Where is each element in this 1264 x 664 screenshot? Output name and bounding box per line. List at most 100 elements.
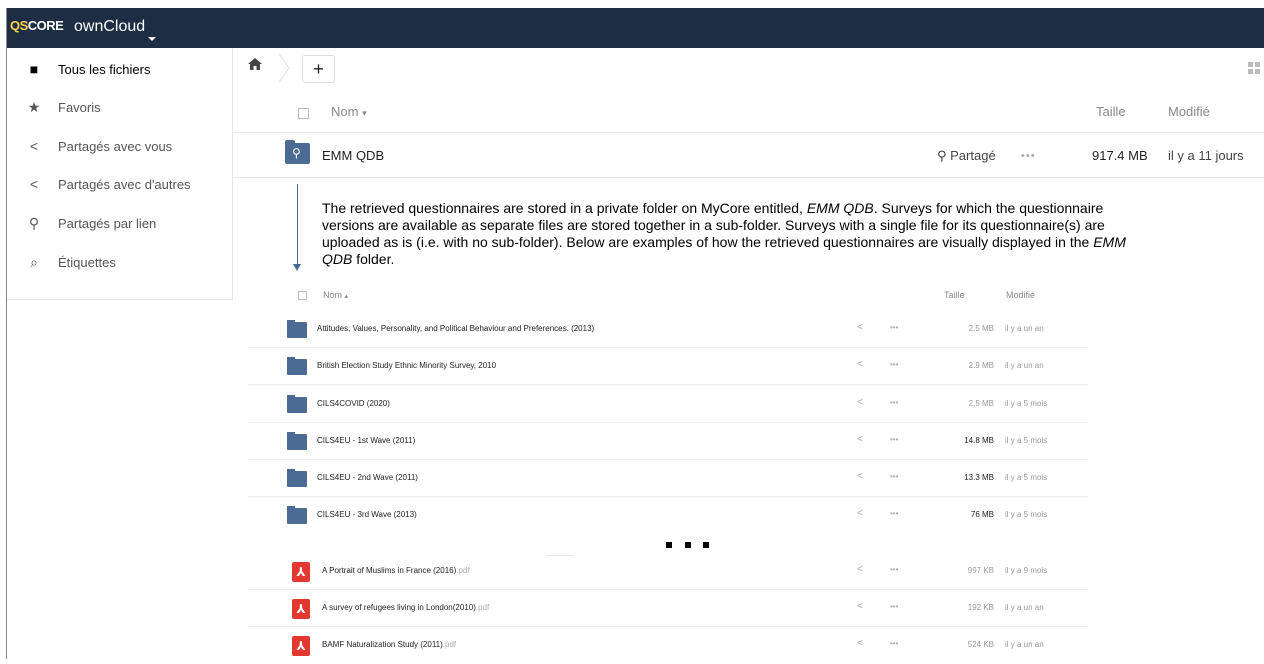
file-name[interactable]: Attitudes, Values, Personality, and Poli… bbox=[317, 324, 594, 333]
column-header-name[interactable]: Nom ▴ bbox=[323, 290, 348, 300]
file-name[interactable]: CILS4COVID (2020) bbox=[317, 399, 390, 408]
arrow-down-icon bbox=[293, 264, 301, 271]
column-header-size[interactable]: Taille bbox=[1096, 104, 1126, 119]
shared-action[interactable]: ⚲ Partagé bbox=[937, 148, 996, 164]
file-size: 14.8 MB bbox=[964, 436, 994, 445]
sidebar-item-label: Partagés par lien bbox=[58, 215, 157, 231]
file-size: 192 KB bbox=[967, 603, 994, 612]
file-modified: il y a 5 mois bbox=[1005, 510, 1048, 519]
share-icon[interactable]: < bbox=[857, 471, 863, 482]
sidebar-item-label: Favoris bbox=[58, 99, 101, 115]
file-name[interactable]: CILS4EU - 3rd Wave (2013) bbox=[317, 510, 417, 519]
home-icon[interactable] bbox=[248, 57, 262, 73]
file-modified: il y a un an bbox=[1005, 603, 1044, 612]
more-actions-icon[interactable]: ••• bbox=[890, 639, 898, 648]
file-name[interactable]: A Portrait of Muslims in France (2016).p… bbox=[322, 566, 470, 575]
column-header-size[interactable]: Taille bbox=[944, 290, 965, 300]
sidebar-item-label: Partagés avec d'autres bbox=[58, 176, 191, 192]
sidebar-item-all-files[interactable]: ■ Tous les fichiers bbox=[7, 50, 233, 88]
star-icon: ★ bbox=[27, 98, 41, 115]
more-actions-icon[interactable]: ••• bbox=[890, 472, 898, 481]
link-icon: ⚲ bbox=[937, 148, 951, 163]
file-name[interactable]: CILS4EU - 2nd Wave (2011) bbox=[317, 473, 418, 482]
table-row[interactable]: CILS4EU - 2nd Wave (2011) < ••• 13.3 MB … bbox=[248, 460, 1088, 497]
more-actions-icon[interactable]: ••• bbox=[890, 398, 898, 407]
sidebar-item-shared-with-you[interactable]: < Partagés avec vous bbox=[7, 127, 233, 165]
file-size: 76 MB bbox=[970, 510, 994, 519]
sort-down-icon: ▾ bbox=[362, 108, 367, 118]
more-actions-icon[interactable]: ••• bbox=[890, 435, 898, 444]
file-modified: il y a un an bbox=[1005, 640, 1044, 649]
file-size: 917.4 MB bbox=[1092, 148, 1148, 163]
file-name[interactable]: A survey of refugees living in London(20… bbox=[322, 603, 489, 612]
column-header-modified[interactable]: Modifié bbox=[1006, 290, 1035, 300]
search-icon: ⌕ bbox=[30, 253, 38, 270]
shared-folder-icon[interactable]: ⚲ bbox=[285, 140, 310, 164]
table-row[interactable]: ⅄ A survey of refugees living in London(… bbox=[248, 590, 1088, 627]
folder-icon bbox=[287, 357, 307, 375]
file-name[interactable]: BAMF Naturalization Study (2011).pdf bbox=[322, 640, 456, 649]
more-actions-icon[interactable]: ••• bbox=[890, 323, 898, 332]
sidebar-item-shared-with-others[interactable]: < Partagés avec d'autres bbox=[7, 165, 233, 203]
file-modified: il y a 9 mois bbox=[1005, 566, 1048, 575]
table-row[interactable]: CILS4EU - 1st Wave (2011) < ••• 14.8 MB … bbox=[248, 423, 1088, 460]
column-header-name[interactable]: Nom ▾ bbox=[331, 104, 367, 119]
share-icon: < bbox=[29, 176, 39, 192]
share-icon[interactable]: < bbox=[857, 638, 863, 649]
annotation-arrow bbox=[297, 184, 298, 264]
column-header-modified[interactable]: Modifié bbox=[1168, 104, 1210, 119]
table-row[interactable]: ⅄ BAMF Naturalization Study (2011).pdf <… bbox=[248, 627, 1088, 664]
file-name[interactable]: CILS4EU - 1st Wave (2011) bbox=[317, 436, 415, 445]
file-modified: il y a 5 mois bbox=[1005, 436, 1048, 445]
share-icon[interactable]: < bbox=[857, 508, 863, 519]
select-all-checkbox[interactable] bbox=[298, 108, 309, 119]
divider bbox=[233, 177, 1264, 178]
owncloud-window: QSCORE ownCloud ■ Tous les fichiers ★ Fa… bbox=[0, 0, 1264, 659]
app-menu[interactable]: ownCloud bbox=[74, 18, 157, 41]
pdf-file-icon: ⅄ bbox=[292, 636, 310, 656]
continuation-ellipsis bbox=[666, 540, 716, 550]
share-icon[interactable]: < bbox=[857, 434, 863, 445]
file-size: 2.5 MB bbox=[968, 324, 994, 333]
select-all-checkbox[interactable] bbox=[298, 291, 307, 300]
more-actions-icon[interactable]: ••• bbox=[890, 509, 898, 518]
sidebar: ■ Tous les fichiers ★ Favoris < Partagés… bbox=[7, 48, 233, 300]
share-icon[interactable]: < bbox=[857, 601, 863, 612]
table-row[interactable]: British Election Study Ethnic Minority S… bbox=[248, 348, 1088, 385]
folder-icon bbox=[287, 469, 307, 487]
share-icon[interactable]: < bbox=[857, 359, 863, 370]
share-icon[interactable]: < bbox=[857, 322, 863, 333]
folder-icon bbox=[287, 320, 307, 338]
pdf-file-icon: ⅄ bbox=[292, 562, 310, 582]
pdf-file-icon: ⅄ bbox=[292, 599, 310, 619]
more-actions-icon[interactable]: ••• bbox=[890, 602, 898, 611]
file-size: 2.5 MB bbox=[968, 399, 994, 408]
file-size: 997 KB bbox=[967, 566, 994, 575]
sidebar-item-label: Partagés avec vous bbox=[58, 138, 173, 154]
breadcrumb-separator bbox=[278, 54, 290, 82]
sort-up-icon: ▴ bbox=[344, 293, 349, 300]
table-row[interactable]: Attitudes, Values, Personality, and Poli… bbox=[248, 311, 1088, 348]
sidebar-item-favorites[interactable]: ★ Favoris bbox=[7, 88, 233, 126]
folder-icon bbox=[287, 432, 307, 450]
share-icon[interactable]: < bbox=[857, 564, 863, 575]
file-name[interactable]: British Election Study Ethnic Minority S… bbox=[317, 361, 496, 370]
share-icon[interactable]: < bbox=[857, 397, 863, 408]
file-size: 524 KB bbox=[967, 640, 994, 649]
file-modified: il y a un an bbox=[1005, 324, 1044, 333]
sidebar-item-shared-by-link[interactable]: ⚲ Partagés par lien bbox=[7, 204, 233, 242]
more-actions-icon[interactable]: ••• bbox=[890, 360, 898, 369]
share-icon: < bbox=[29, 138, 39, 154]
more-actions-icon[interactable]: ••• bbox=[1021, 150, 1036, 162]
mycore-logo[interactable]: QSCORE bbox=[10, 18, 64, 33]
grid-view-icon[interactable] bbox=[1248, 62, 1260, 74]
more-actions-icon[interactable]: ••• bbox=[890, 565, 898, 574]
link-icon: ⚲ bbox=[28, 214, 40, 231]
table-row[interactable]: CILS4EU - 3rd Wave (2013) < ••• 76 MB il… bbox=[248, 497, 1088, 534]
file-name[interactable]: EMM QDB bbox=[322, 148, 384, 163]
add-button[interactable]: + bbox=[302, 55, 335, 83]
sidebar-item-label: Tous les fichiers bbox=[58, 61, 151, 77]
sidebar-item-tags[interactable]: ⌕ Étiquettes bbox=[7, 243, 233, 281]
table-row[interactable]: ⅄ A Portrait of Muslims in France (2016)… bbox=[248, 553, 1088, 590]
table-row[interactable]: CILS4COVID (2020) < ••• 2.5 MB il y a 5 … bbox=[248, 386, 1088, 423]
